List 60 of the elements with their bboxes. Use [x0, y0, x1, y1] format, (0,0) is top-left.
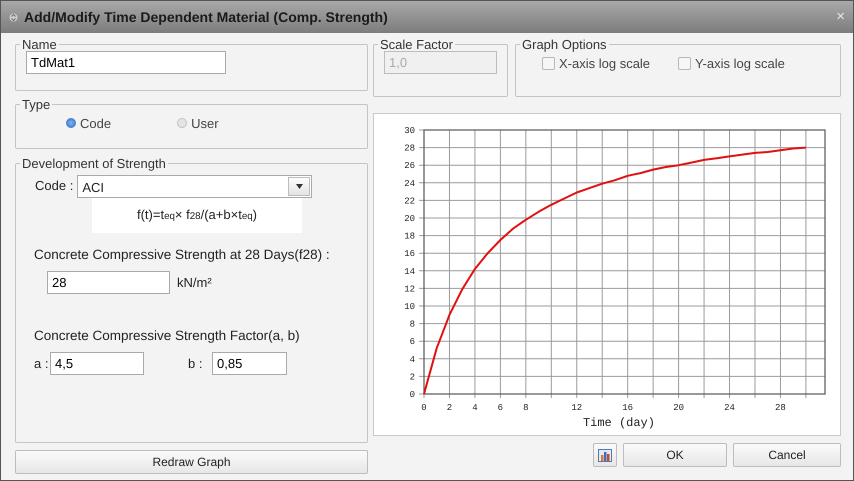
axis-tick-label: 4 [410, 354, 415, 365]
axis-tick-label: 2 [410, 372, 415, 382]
group-label: Name [21, 38, 58, 51]
window-title: Add/Modify Time Dependent Material (Comp. Strength) [24, 8, 388, 27]
axis-tick-label: 10 [404, 302, 415, 312]
axis-tick-label: 24 [724, 403, 735, 413]
radio-option[interactable]: User [177, 114, 219, 133]
axis-tick-label: 16 [622, 403, 634, 413]
group-label: Graph Options [521, 38, 608, 51]
ok-button[interactable]: OK [623, 443, 727, 467]
axis-tick-label: 14 [404, 266, 415, 277]
code-label: Code : [35, 177, 74, 196]
axis-tick-label: 30 [404, 126, 415, 136]
checkbox[interactable] [678, 57, 692, 70]
unit-label: kN/m² [177, 274, 212, 292]
group-label: Scale Factor [379, 38, 454, 51]
bar-chart-icon [598, 448, 612, 462]
b-label: b : [188, 354, 204, 373]
b-field[interactable]: 0,85 [212, 352, 287, 375]
checkbox[interactable] [542, 57, 555, 70]
checkbox-option[interactable]: Y-axis log scale [678, 54, 785, 74]
axis-tick-label: 12 [404, 284, 415, 294]
caret-icon [296, 184, 303, 188]
axis-tick-label: 22 [404, 196, 415, 206]
axis-tick-label: 28 [404, 144, 415, 154]
axis-tick-label: 20 [404, 214, 415, 224]
field-label: Concrete Compressive Strength at 28 Days(f28) : [33, 246, 331, 264]
strength-field[interactable]: 28 [47, 270, 170, 294]
axis-tick-label: 24 [404, 178, 415, 189]
a-field[interactable]: 4,5 [50, 352, 144, 375]
axis-tick-label: 16 [404, 249, 415, 260]
axis-tick-label: 4 [472, 403, 478, 413]
checkbox-option[interactable]: X-axis log scale [542, 54, 650, 74]
code-dropdown[interactable]: ACI [77, 174, 312, 198]
a-label: a : [34, 354, 50, 373]
axis-tick-label: 28 [775, 403, 786, 413]
axis-tick-label: 6 [498, 403, 504, 413]
axis-tick-label: 0 [421, 403, 427, 413]
axis-tick-label: 26 [404, 161, 415, 172]
group-label: Development of Strength [21, 156, 167, 170]
axis-title: Time (day) [582, 416, 655, 430]
radio-button[interactable] [66, 118, 76, 128]
formula: f(t)=t$_{eq}$× f$_{28}$/(a+b×t$_{eq}$) [92, 198, 302, 232]
axis-tick-label: 2 [446, 403, 452, 413]
axis-tick-label: 8 [523, 403, 529, 413]
group-label: Type [21, 98, 52, 110]
redraw-button[interactable]: Redraw Graph [15, 450, 368, 474]
radio-option[interactable]: Code [66, 114, 112, 133]
graph-button[interactable] [593, 443, 617, 467]
axis-tick-label: 18 [404, 232, 415, 242]
axis-tick-label: 8 [410, 320, 415, 330]
updown-icon [9, 12, 18, 22]
axis-tick-label: 0 [410, 390, 415, 400]
radio-button[interactable] [177, 118, 188, 128]
field-label: Concrete Compressive Strength Factor(a, b) [33, 326, 301, 345]
axis-tick-label: 6 [410, 337, 415, 348]
axis-tick-label: 20 [673, 403, 684, 413]
name-field[interactable]: TdMat1 [26, 51, 226, 74]
cancel-button[interactable]: Cancel [733, 443, 841, 467]
axis-tick-label: 12 [571, 403, 582, 413]
